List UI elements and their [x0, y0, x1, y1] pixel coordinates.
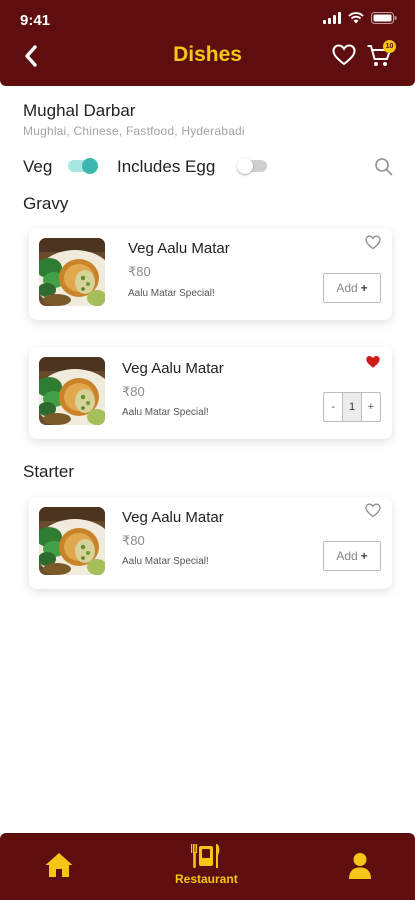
search-icon [375, 158, 393, 176]
section-title-gravy: Gravy [23, 194, 69, 213]
dish-image [39, 238, 105, 306]
add-to-cart-button[interactable]: Add + [323, 273, 381, 303]
home-icon [45, 853, 73, 877]
status-time: 9:41 [20, 12, 51, 29]
increment-button[interactable]: + [362, 393, 380, 421]
add-label: Add [336, 281, 358, 295]
favorites-button[interactable] [332, 44, 356, 71]
heart-outline-icon [332, 44, 356, 66]
cart-button[interactable]: 10 [366, 40, 396, 73]
dish-price: ₹80 [122, 384, 145, 399]
plus-icon: + [360, 281, 368, 295]
egg-filter-label: Includes Egg [117, 157, 216, 176]
search-button[interactable] [374, 157, 393, 181]
dish-description: Aalu Matar Special! [122, 407, 209, 418]
favorite-button[interactable] [365, 355, 381, 374]
dish-price: ₹80 [122, 533, 145, 548]
dish-description: Aalu Matar Special! [122, 556, 209, 567]
dish-card[interactable]: Veg Aalu Matar ₹80 Aalu Matar Special! -… [29, 347, 392, 439]
dish-description: Aalu Matar Special! [128, 288, 215, 299]
signal-icon [323, 12, 341, 24]
bottom-tab-bar: Restaurant [0, 833, 415, 900]
heart-outline-icon [365, 235, 381, 250]
dish-image [39, 507, 105, 575]
plus-icon: + [360, 549, 368, 563]
user-icon [349, 853, 371, 879]
toggle-knob [82, 158, 98, 174]
tab-restaurant[interactable]: Restaurant [175, 842, 238, 886]
dish-image [39, 357, 105, 425]
tab-restaurant-label: Restaurant [175, 872, 238, 886]
heart-outline-icon [365, 503, 381, 518]
tab-profile[interactable] [348, 852, 372, 880]
tab-home[interactable] [44, 851, 74, 879]
section-title-starter: Starter [23, 462, 75, 481]
status-icons [323, 12, 397, 24]
heart-filled-icon [366, 355, 380, 368]
wifi-icon [348, 12, 364, 24]
app-header: 9:41 Dishes 10 [0, 0, 415, 86]
cart-count-badge: 10 [383, 40, 396, 53]
dish-card[interactable]: Veg Aalu Matar ₹80 Aalu Matar Special! A… [29, 228, 392, 320]
dish-name: Veg Aalu Matar [128, 240, 230, 257]
veg-filter-label: Veg [23, 157, 53, 176]
dish-name: Veg Aalu Matar [122, 509, 224, 526]
restaurant-cuisines: Mughlai, Chinese, Fastfood, Hyderabadi [23, 124, 245, 138]
restaurant-name: Mughal Darbar [23, 101, 136, 120]
add-label: Add [336, 549, 358, 563]
restaurant-icon [191, 844, 220, 868]
favorite-button[interactable] [365, 503, 381, 523]
battery-icon [371, 12, 397, 24]
add-to-cart-button[interactable]: Add + [323, 541, 381, 571]
quantity-stepper[interactable]: - 1 + [323, 392, 381, 422]
quantity-value: 1 [342, 393, 362, 421]
veg-toggle[interactable] [68, 158, 98, 174]
toggle-knob [237, 158, 253, 174]
filter-row: Veg Includes Egg [23, 155, 393, 179]
egg-toggle[interactable] [237, 158, 267, 174]
dish-name: Veg Aalu Matar [122, 360, 224, 377]
decrement-button[interactable]: - [324, 393, 342, 421]
favorite-button[interactable] [365, 235, 381, 255]
dish-price: ₹80 [128, 264, 151, 279]
dish-card[interactable]: Veg Aalu Matar ₹80 Aalu Matar Special! A… [29, 497, 392, 589]
